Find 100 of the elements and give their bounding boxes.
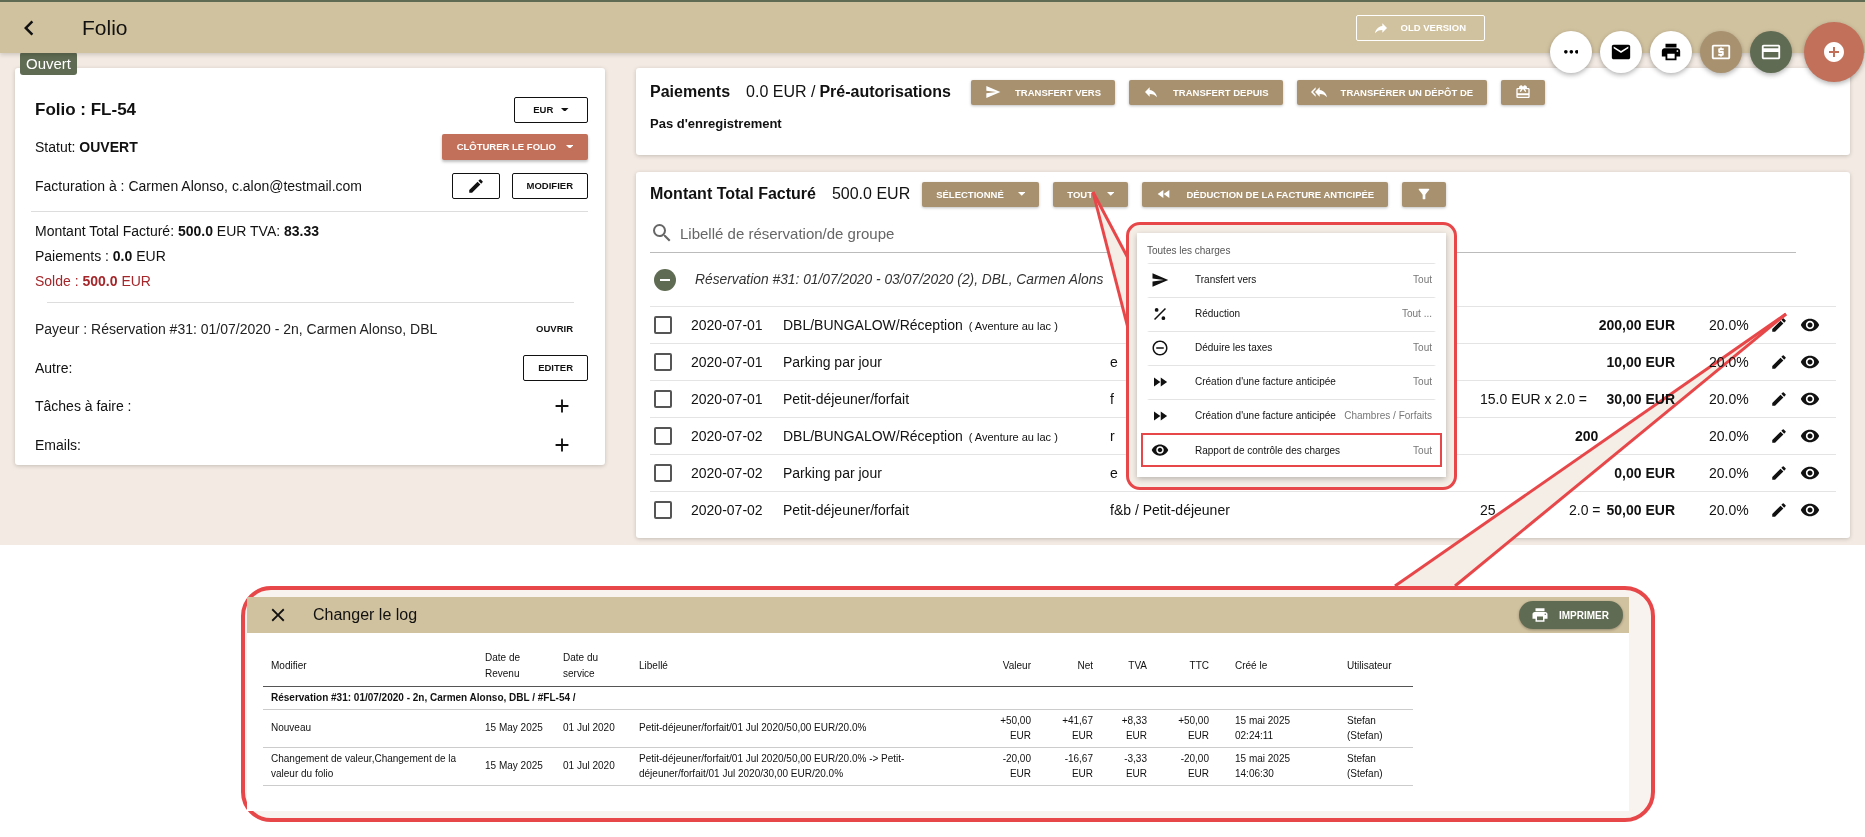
payer-text: Payeur : Réservation #31: 01/07/2020 - 2n, Carmen Alonso, DBL [35, 320, 438, 337]
table-cell-text: 2020-07-02 [691, 465, 764, 481]
caret-icon [1106, 192, 1115, 196]
table-cell: e [1110, 354, 1118, 370]
table-cell-text: 2020-07-02 [691, 428, 764, 444]
pencil-icon [1770, 353, 1788, 371]
table-cell-text: 2020-07-01 [691, 317, 764, 333]
empty-message: Pas d'enregistrement [650, 116, 783, 131]
table-cell: 15 mai 2025 02:24:11 [1217, 709, 1325, 747]
edit-button[interactable]: EDITER [523, 354, 588, 381]
table-cell: Petit-déjeuner/forfait/01 Jul 2020/50,00 EUR/20.0% [631, 709, 983, 747]
total-text: Montant Total Facturé: 500.0 EUR TVA: 83.33 [35, 222, 320, 239]
eye-icon [1151, 441, 1169, 459]
more-icon [1563, 50, 1579, 54]
checkbox[interactable] [654, 427, 672, 445]
table-cell: ( Aventure au lac ) [968, 431, 1058, 443]
table-cell-text: 20.0% [1709, 391, 1750, 407]
group-heading: Réservation #31: 01/07/2020 - 2n, Carmen Alonso, DBL / #FL-54 / [263, 686, 1413, 709]
menu-item[interactable]: Création d'une facture anticipée Chambres / Forfaits [1147, 399, 1436, 433]
card-title: Paiements [650, 83, 731, 101]
payments-amount: 0.0 EUR / [746, 83, 816, 101]
print-icon [1531, 606, 1549, 624]
menu-item[interactable]: Création d'une facture anticipée Tout [1147, 365, 1436, 399]
table-cell: 15 mai 2025 14:06:30 [1217, 747, 1325, 785]
edit-button[interactable] [1770, 353, 1788, 371]
preauth-title: Pré-autorisations [819, 83, 951, 101]
menu-item[interactable]: Réduction Tout ... [1147, 297, 1436, 331]
total-amount: 500.0 EUR [831, 185, 911, 203]
checkbox[interactable] [654, 353, 672, 371]
column-header: Créé le [1217, 647, 1325, 687]
edit-button[interactable] [1770, 427, 1788, 445]
edit-button[interactable] [1770, 464, 1788, 482]
table-cell: 10,00 EUR [1606, 354, 1675, 370]
checkbox[interactable] [654, 390, 672, 408]
billing-text: Facturation à : Carmen Alonso, c.alon@testmail.com [35, 177, 363, 194]
table-cell: ( Aventure au lac ) [968, 320, 1058, 332]
column-header: Libellé [631, 647, 983, 687]
other-label: Autre: [35, 359, 73, 376]
table-cell: 25 [1480, 502, 1496, 518]
balance-text: Solde : 500.0 EUR [35, 273, 151, 290]
edit-button[interactable] [1770, 501, 1788, 519]
table-cell: 15 May 2025 [477, 747, 555, 785]
table-cell-text: 2020-07-02 [691, 502, 764, 518]
menu-item[interactable]: Transfert vers Tout [1147, 263, 1436, 297]
table-cell-text: 2020-07-01 [691, 391, 764, 407]
table-cell: Petit-déjeuner/forfait [783, 502, 910, 518]
column-header: TTC [1155, 647, 1217, 687]
checkbox[interactable] [654, 464, 672, 482]
currency-dropdown[interactable]: EUR [514, 96, 588, 123]
table-cell: 01 Jul 2020 [555, 709, 631, 747]
table-cell: -3,33 EUR [1101, 747, 1155, 785]
search-field[interactable]: Libellé de réservation/de groupe [680, 224, 1100, 242]
table-cell: f&b / Petit-déjeuner [1110, 502, 1230, 518]
table-cell: 200 [1575, 428, 1599, 444]
collapse-toggle[interactable] [654, 268, 676, 291]
menu-header: Toutes les charges [1147, 243, 1232, 258]
table-cell: Petit-déjeuner/forfait [783, 391, 910, 407]
icon-button[interactable] [1402, 181, 1447, 207]
caret-icon [1017, 192, 1026, 196]
emails-label: Emails: [35, 437, 81, 454]
table-cell: Nouveau [263, 709, 477, 747]
menu-item[interactable]: Déduire les taxes Tout [1147, 331, 1436, 365]
caret-icon [561, 107, 569, 112]
table-cell: -20,00 EUR [983, 747, 1039, 785]
card-title: Montant Total Facturé [650, 185, 816, 203]
table-cell: Stefan (Stefan) [1325, 709, 1413, 747]
pencil-icon [1770, 390, 1788, 408]
checkbox[interactable] [654, 501, 672, 519]
folio-title: Folio : FL-54 [35, 99, 137, 120]
print-button[interactable]: IMPRIMER [1519, 601, 1623, 629]
table-cell-text: 2020-07-01 [691, 354, 764, 370]
send-icon [985, 84, 1001, 100]
modify-button[interactable]: MODIFIER [511, 172, 588, 199]
pencil-icon [1770, 316, 1788, 334]
table-cell-text: 20.0% [1709, 502, 1750, 518]
table-cell: Petit-déjeuner/forfait/01 Jul 2020/50,00 EUR/20.0% -> Petit-déjeuner/forfait/01 Jul 2020/30,00 EUR/20.0% [631, 747, 983, 785]
print-icon [1660, 41, 1682, 63]
gift-icon [1515, 84, 1532, 100]
pencil-icon [1770, 464, 1788, 482]
edit-button[interactable] [1770, 390, 1788, 408]
pencil-icon [1770, 501, 1788, 519]
table-cell: Changement de valeur,Changement de la valeur du folio [263, 747, 477, 785]
close-folio-button[interactable]: CLÔTURER LE FOLIO [442, 133, 588, 160]
open-button[interactable]: OUVRIR [521, 323, 588, 334]
column-header: Net [1039, 647, 1101, 687]
dialog-title: Changer le log [313, 606, 418, 624]
icon-button[interactable] [1501, 79, 1546, 105]
table-cell-text: 20.0% [1709, 428, 1750, 444]
menu-item[interactable]: Rapport de contrôle des charges Tout [1141, 433, 1442, 467]
table-cell: r [1110, 428, 1115, 444]
table-cell: f [1110, 391, 1114, 407]
table-cell: e [1110, 465, 1118, 481]
table-cell: 0,00 EUR [1614, 465, 1675, 481]
table-cell: Stefan (Stefan) [1325, 747, 1413, 785]
reply-all-icon [1310, 84, 1327, 100]
edit-button[interactable] [1770, 316, 1788, 334]
edit-button[interactable] [451, 172, 500, 199]
checkbox[interactable] [654, 316, 672, 334]
table-cell: Parking par jour [783, 354, 882, 370]
group-title: Réservation #31: 01/07/2020 - 03/07/2020 (2), DBL, Carmen Alons [695, 272, 1104, 287]
